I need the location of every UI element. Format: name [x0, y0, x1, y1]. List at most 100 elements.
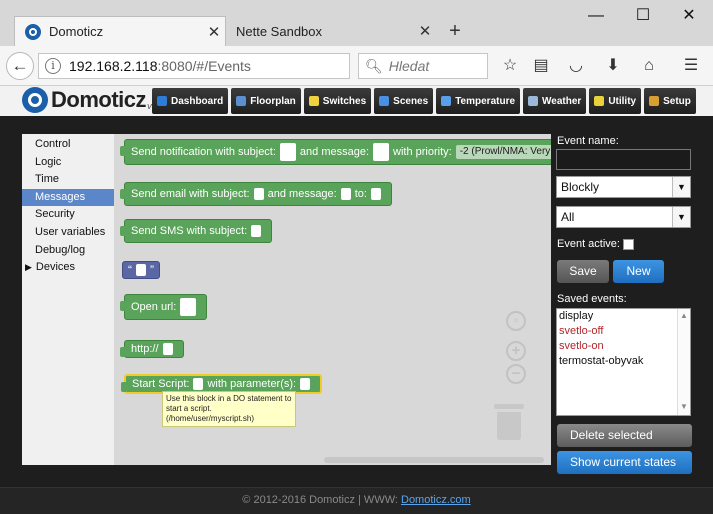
utility-icon [594, 96, 605, 106]
tab-domoticz[interactable]: Domoticz ✕ [14, 16, 226, 46]
show-current-states-button[interactable]: Show current states [557, 451, 692, 474]
saved-event-item[interactable]: svetlo-off [557, 324, 690, 339]
domoticz-logo[interactable]: Domoticz V3.56 [22, 87, 165, 113]
script-slot[interactable] [193, 378, 204, 390]
browser-tab-bar: Domoticz ✕ Nette Sandbox ✕ + — ☐ ✕ [0, 0, 713, 46]
text-string-block[interactable]: “ ” [122, 261, 160, 279]
search-input[interactable]: 🔍︎ Hledat [358, 53, 488, 79]
new-button[interactable]: New [613, 260, 664, 283]
tab-nette-sandbox[interactable]: Nette Sandbox ✕ [228, 16, 436, 46]
event-name-label: Event name: [557, 135, 619, 147]
url-path: :8080/#/Events [157, 58, 251, 74]
horizontal-scrollbar[interactable] [324, 457, 544, 463]
to-slot[interactable] [370, 188, 381, 200]
url-bar[interactable]: i 192.168.2.118:8080/#/Events ↻ [38, 53, 373, 80]
zoom-out-icon[interactable]: − [506, 364, 526, 384]
home-icon[interactable]: ⌂ [637, 55, 661, 77]
event-name-input[interactable] [556, 149, 691, 170]
maximize-button[interactable]: ☐ [620, 2, 666, 32]
category-logic[interactable]: Logic [22, 154, 114, 172]
notification-message-label: and message: [299, 146, 370, 158]
new-tab-button[interactable]: + [444, 20, 466, 43]
saved-event-item[interactable]: display [557, 309, 690, 324]
script-param-label: with parameter(s): [207, 378, 297, 390]
email-subject-label: Send email with subject: [131, 188, 250, 200]
menu-item-setup[interactable]: Setup [644, 88, 696, 114]
expand-triangle-icon[interactable]: ▶ [25, 262, 32, 272]
send-sms-block[interactable]: Send SMS with subject: [119, 219, 273, 243]
menu-item-floorplan[interactable]: Floorplan [231, 88, 301, 114]
subject-slot[interactable] [251, 225, 262, 237]
category-devices[interactable]: ▶ Devices [22, 259, 114, 277]
back-button[interactable]: ← [6, 52, 34, 80]
close-window-button[interactable]: ✕ [666, 2, 712, 32]
tab-close-icon[interactable]: ✕ [203, 23, 225, 41]
notification-subject-label: Send notification with subject: [131, 146, 276, 158]
subject-slot[interactable] [253, 188, 264, 200]
category-label: Control [35, 138, 71, 150]
delete-selected-button[interactable]: Delete selected [557, 424, 692, 447]
lightbulb-icon [308, 96, 319, 106]
menu-item-utility[interactable]: Utility [589, 88, 642, 114]
download-icon[interactable]: ⬇ [601, 55, 625, 77]
save-button[interactable]: Save [557, 260, 609, 283]
url-slot[interactable] [180, 298, 197, 316]
saved-events-list[interactable]: ▲ ▼ display svetlo-off svetlo-on termostat-… [556, 308, 691, 416]
saved-event-item[interactable]: termostat-obyvak [557, 354, 690, 369]
search-icon: 🔍︎ [365, 57, 383, 74]
category-label: Devices [35, 261, 76, 274]
tab-close-icon[interactable]: ✕ [414, 22, 436, 40]
category-control[interactable]: Control [22, 136, 114, 154]
subject-slot[interactable] [279, 143, 296, 161]
chevron-up-icon[interactable]: ▲ [680, 311, 688, 320]
open-url-block[interactable]: Open url: [119, 294, 208, 320]
reading-list-icon[interactable]: ▤ [529, 55, 553, 77]
chevron-down-icon: ▼ [672, 177, 690, 197]
message-slot[interactable] [340, 188, 351, 200]
send-notification-block[interactable]: Send notification with subject: and mess… [119, 139, 551, 165]
block-category-toolbox: Control Logic Time Messages Security User var… [22, 134, 114, 465]
category-messages[interactable]: Messages [22, 188, 114, 207]
zoom-in-icon[interactable]: + [506, 341, 526, 361]
category-label: Debug/log [35, 243, 86, 256]
menu-item-dashboard[interactable]: Dashboard [152, 88, 229, 114]
app-header: Domoticz V3.56 Dashboard Floorplan Switche… [0, 86, 713, 116]
footer-link[interactable]: Domoticz.com [401, 494, 471, 506]
send-email-block[interactable]: Send email with subject: and message: to… [120, 182, 392, 206]
priority-dropdown[interactable]: -2 (Prowl/NMA: Very [455, 145, 551, 159]
http-text-block[interactable]: http:// [120, 340, 184, 358]
domoticz-favicon-icon [25, 23, 41, 40]
url-host: 192.168.2.118 [69, 58, 158, 74]
category-time[interactable]: Time [22, 171, 114, 189]
minimize-button[interactable]: — [573, 2, 619, 32]
trash-lid [494, 404, 524, 409]
tab-title: Domoticz [49, 24, 104, 39]
category-user-variables[interactable]: User variables [22, 224, 114, 242]
category-security[interactable]: Security [22, 206, 114, 224]
menu-item-switches[interactable]: Switches [303, 88, 372, 114]
menu-item-label: Weather [542, 95, 582, 107]
text-slot[interactable] [136, 264, 146, 276]
saved-event-item[interactable]: svetlo-on [557, 339, 690, 354]
event-active-checkbox[interactable] [623, 239, 634, 250]
url-text-slot[interactable] [162, 343, 173, 355]
menu-item-scenes[interactable]: Scenes [374, 88, 434, 114]
list-scrollbar[interactable]: ▲ ▼ [677, 309, 690, 415]
recenter-icon[interactable]: ◦ [506, 311, 526, 331]
menu-item-label: Temperature [455, 95, 516, 107]
menu-item-temperature[interactable]: Temperature [436, 88, 521, 114]
hamburger-menu-icon[interactable]: ☰ [679, 55, 703, 77]
pocket-icon[interactable]: ◡ [564, 55, 588, 77]
category-label: Time [35, 173, 60, 186]
info-icon[interactable]: i [45, 58, 61, 74]
trash-can-icon[interactable] [494, 404, 524, 442]
bookmark-star-icon[interactable]: ☆ [498, 55, 522, 77]
category-debug-log[interactable]: Debug/log [22, 242, 114, 260]
message-slot[interactable] [373, 143, 390, 161]
browser-nav-bar: ← i 192.168.2.118:8080/#/Events ↻ 🔍︎ Hle… [0, 46, 713, 86]
event-filter-select[interactable]: All ▼ [556, 206, 691, 228]
chevron-down-icon[interactable]: ▼ [680, 402, 688, 411]
param-slot[interactable] [300, 378, 311, 390]
event-type-select[interactable]: Blockly ▼ [556, 176, 691, 198]
menu-item-weather[interactable]: Weather [523, 88, 587, 114]
